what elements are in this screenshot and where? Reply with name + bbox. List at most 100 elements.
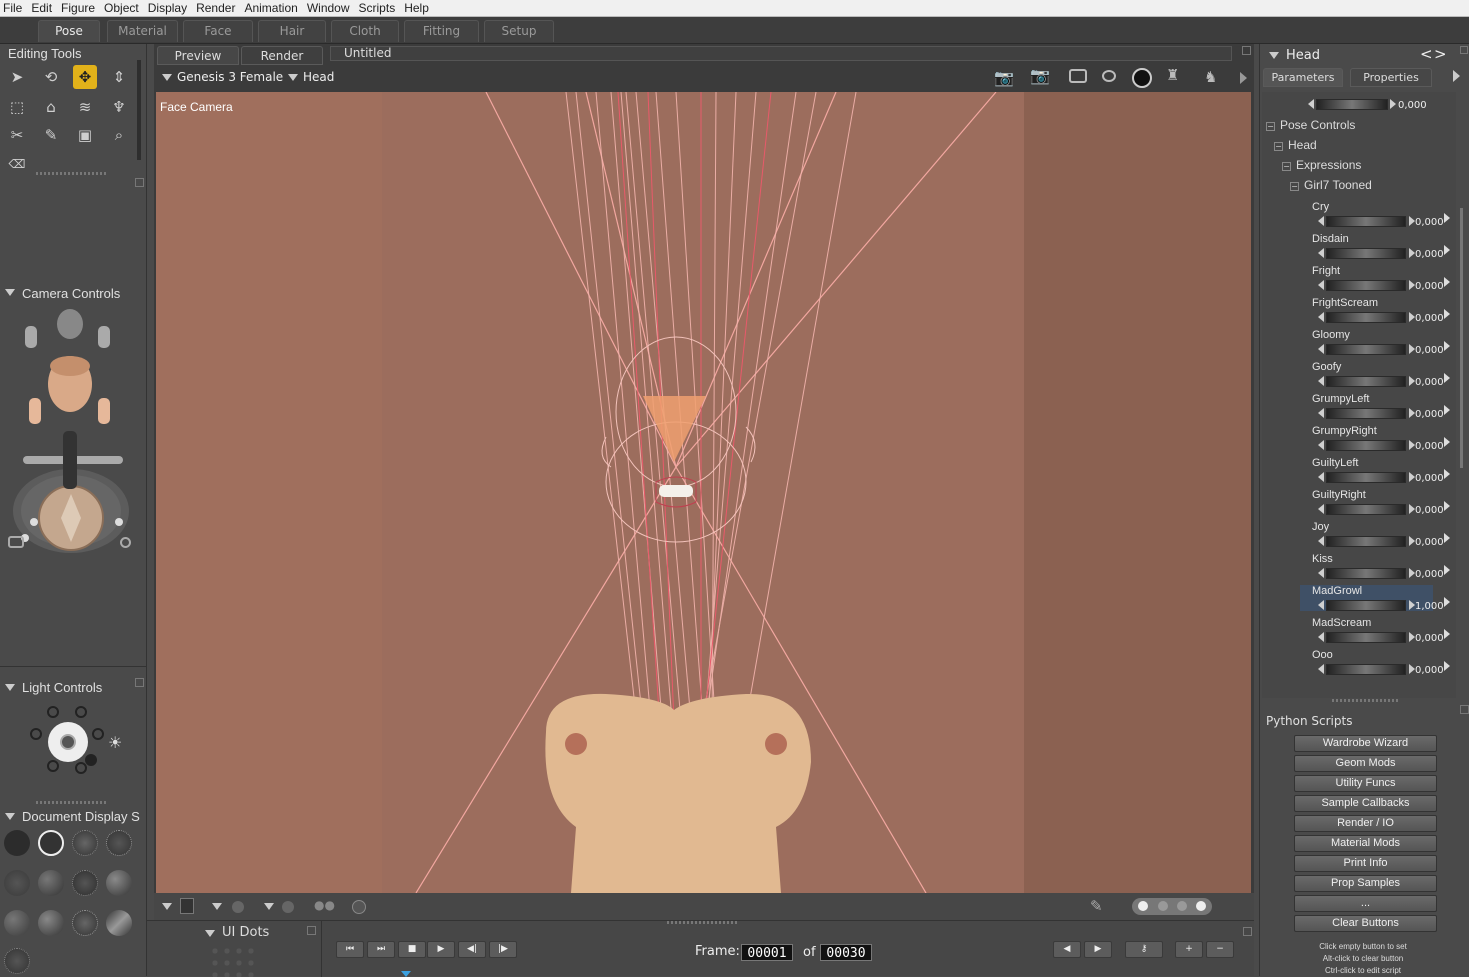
panel-menu-icon[interactable]: [1460, 46, 1468, 54]
dial-value[interactable]: 0,000: [1415, 281, 1444, 292]
shading-icon[interactable]: [282, 901, 294, 913]
dial-value[interactable]: 0,000: [1415, 217, 1444, 228]
dial-madgrowl[interactable]: MadGrowl 1,000: [1300, 585, 1450, 612]
room-tab-hair[interactable]: Hair: [258, 20, 326, 42]
morph-brush-icon[interactable]: ✂: [5, 123, 29, 147]
dial-menu-icon[interactable]: [1444, 373, 1450, 383]
python-button-9[interactable]: ...: [1294, 895, 1437, 912]
more-icon[interactable]: [1240, 72, 1247, 84]
dial-slider[interactable]: [1326, 664, 1406, 675]
room-tab-fitting[interactable]: Fitting: [404, 20, 479, 42]
python-button-1[interactable]: Wardrobe Wizard: [1294, 735, 1437, 752]
collapse-icon[interactable]: [5, 684, 15, 691]
translate-in-out-icon[interactable]: ⇕: [107, 65, 131, 89]
frame-camera-icon[interactable]: [1069, 69, 1087, 83]
view-magnifier-icon[interactable]: ⌕: [107, 123, 131, 147]
tree-toggle-icon[interactable]: −: [1266, 122, 1275, 131]
dial-grumpyleft[interactable]: GrumpyLeft 0,000: [1300, 393, 1450, 420]
camera-keyframe-icon[interactable]: [120, 537, 131, 548]
step-forward-button[interactable]: ▶: [1084, 941, 1112, 958]
smooth-shaded-style-icon[interactable]: [4, 910, 30, 936]
prev-key-button[interactable]: ◀|: [458, 941, 486, 958]
python-button-2[interactable]: Geom Mods: [1294, 755, 1437, 772]
dial-grumpyright[interactable]: GrumpyRight 0,000: [1300, 425, 1450, 452]
tree-expressions[interactable]: Expressions: [1296, 158, 1361, 172]
panel-menu-icon[interactable]: [1243, 927, 1252, 936]
dial-menu-icon[interactable]: [1444, 245, 1450, 255]
dial-slider[interactable]: [1326, 440, 1406, 451]
dial-value[interactable]: 0,000: [1415, 633, 1444, 644]
first-frame-button[interactable]: ⏮: [336, 941, 364, 958]
color-tool-icon[interactable]: ✎: [39, 123, 63, 147]
dial-slider[interactable]: [1326, 536, 1406, 547]
tab-properties[interactable]: Properties: [1350, 68, 1432, 87]
more-icon[interactable]: [1453, 70, 1460, 82]
dial-gloomy[interactable]: Gloomy 0,000: [1300, 329, 1450, 356]
texture-shaded-style-icon[interactable]: [38, 910, 64, 936]
orbit-icon[interactable]: [1102, 70, 1116, 82]
dial-value[interactable]: 0,000: [1415, 409, 1444, 420]
dial-value[interactable]: 0,000: [1415, 345, 1444, 356]
flat-shaded-style-icon[interactable]: [38, 870, 64, 896]
silhouette-style-icon[interactable]: [4, 830, 30, 856]
dropdown-icon[interactable]: [162, 903, 172, 910]
wire-style-icon[interactable]: [4, 948, 30, 974]
menu-render[interactable]: Render: [196, 1, 235, 15]
panel-menu-icon[interactable]: [135, 678, 144, 687]
python-button-6[interactable]: Material Mods: [1294, 835, 1437, 852]
collapse-icon[interactable]: [1269, 52, 1279, 59]
dial-value[interactable]: 0,000: [1415, 537, 1444, 548]
chain-break-icon[interactable]: ≋: [73, 95, 97, 119]
tree-girl7-tooned[interactable]: Girl7 Tooned: [1304, 178, 1372, 192]
room-tab-pose[interactable]: Pose: [38, 20, 100, 42]
menu-scripts[interactable]: Scripts: [359, 1, 396, 15]
dial-menu-icon[interactable]: [1444, 597, 1450, 607]
dial-decrease-icon[interactable]: [1318, 344, 1324, 354]
collapse-icon[interactable]: [5, 289, 15, 296]
room-tab-cloth[interactable]: Cloth: [331, 20, 399, 42]
tab-render[interactable]: Render: [241, 46, 323, 65]
lit-wireframe-style-icon[interactable]: [4, 870, 30, 896]
dial-goofy[interactable]: Goofy 0,000: [1300, 361, 1450, 388]
dial-slider[interactable]: [1326, 600, 1406, 611]
keyframes-icon[interactable]: ⚷: [1125, 941, 1163, 958]
step-back-button[interactable]: ◀: [1053, 941, 1081, 958]
dial-value[interactable]: 0,000: [1415, 665, 1444, 676]
menu-animation[interactable]: Animation: [244, 1, 297, 15]
render-camera-icon[interactable]: 📷: [994, 68, 1014, 87]
dial-decrease-icon[interactable]: [1318, 408, 1324, 418]
dial-menu-icon[interactable]: [1444, 565, 1450, 575]
snapshot-icon[interactable]: 📷: [1030, 66, 1050, 85]
dial-guiltyright[interactable]: GuiltyRight 0,000: [1300, 489, 1450, 516]
dial-decrease-icon[interactable]: [1318, 600, 1324, 610]
dial-frightscream[interactable]: FrightScream 0,000: [1300, 297, 1450, 324]
twist-tool-icon[interactable]: ♆: [107, 95, 131, 119]
dial-decrease-icon[interactable]: [1318, 280, 1324, 290]
dial-slider[interactable]: [1326, 312, 1406, 323]
dial-decrease-icon[interactable]: [1318, 664, 1324, 674]
grouping-tool-icon[interactable]: ▣: [73, 123, 97, 147]
dial-menu-icon[interactable]: [1444, 533, 1450, 543]
menu-file[interactable]: File: [3, 1, 22, 15]
translate-tool-icon[interactable]: ✥: [73, 65, 97, 89]
divider[interactable]: [36, 801, 106, 804]
dial-decrease-icon[interactable]: [1318, 568, 1324, 578]
dial-menu-icon[interactable]: [1444, 309, 1450, 319]
eraser-icon[interactable]: ⌫: [5, 152, 29, 176]
dial-menu-icon[interactable]: [1444, 437, 1450, 447]
dropdown-icon[interactable]: [264, 903, 274, 910]
actor-selector[interactable]: Head: [303, 70, 334, 84]
panel-menu-icon[interactable]: [1242, 46, 1251, 55]
dial-value[interactable]: 1,000: [1415, 601, 1444, 612]
sphere-icon[interactable]: [1132, 68, 1152, 88]
python-button-4[interactable]: Sample Callbacks: [1294, 795, 1437, 812]
flat-lined-style-icon[interactable]: [72, 870, 98, 896]
dial-value[interactable]: 0,000: [1415, 249, 1444, 260]
textured-style-icon[interactable]: [106, 910, 132, 936]
panel-menu-icon[interactable]: [135, 178, 144, 187]
panel-menu-icon[interactable]: [1460, 705, 1469, 714]
dial-cry[interactable]: Cry 0,000: [1300, 201, 1450, 228]
dial-decrease-icon[interactable]: [1318, 472, 1324, 482]
dial-kiss[interactable]: Kiss 0,000: [1300, 553, 1450, 580]
tab-parameters[interactable]: Parameters: [1263, 68, 1343, 87]
